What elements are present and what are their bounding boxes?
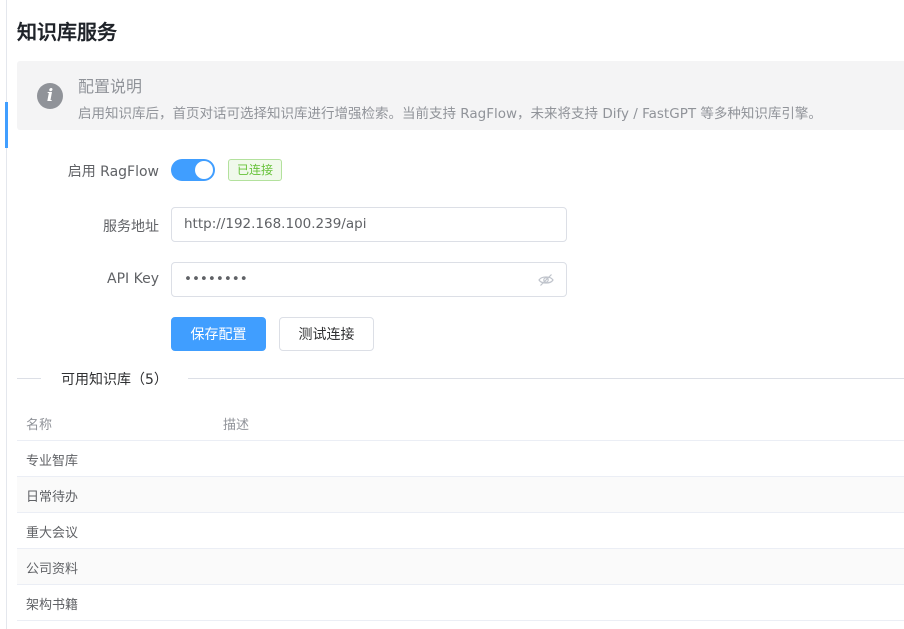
toggle-knob	[195, 161, 213, 179]
column-header-name: 名称	[26, 418, 53, 433]
service-address-value: http://192.168.100.239/api	[184, 216, 367, 232]
page-title: 知识库服务	[17, 20, 117, 44]
kb-name: 架构书籍	[26, 598, 79, 613]
info-title: 配置说明	[78, 77, 143, 96]
eye-off-icon[interactable]	[538, 272, 554, 288]
test-connection-button[interactable]: 测试连接	[279, 317, 374, 351]
table-row[interactable]: 公司资料	[17, 549, 904, 585]
table-row[interactable]: 重大会议	[17, 513, 904, 549]
table-row[interactable]: 日常待办	[17, 477, 904, 513]
enable-label: 启用 RagFlow	[67, 164, 159, 180]
info-icon: i	[37, 83, 63, 109]
apikey-label: API Key	[107, 271, 159, 287]
address-label: 服务地址	[103, 219, 159, 235]
table-header: 名称 描述	[17, 405, 904, 441]
api-key-value: ••••••••	[184, 271, 248, 287]
left-border	[6, 0, 7, 629]
connection-status-badge: 已连接	[228, 159, 283, 181]
kb-name: 公司资料	[26, 562, 79, 577]
table-row[interactable]: 架构书籍	[17, 585, 904, 621]
kb-table: 名称 描述 专业智库 日常待办 重大会议 公司资料 架构书籍	[17, 405, 904, 621]
enable-ragflow-toggle[interactable]	[171, 159, 215, 181]
kb-name: 重大会议	[26, 526, 79, 541]
service-address-input[interactable]: http://192.168.100.239/api	[171, 207, 567, 242]
save-config-button[interactable]: 保存配置	[171, 317, 266, 351]
table-row[interactable]: 专业智库	[17, 441, 904, 477]
kb-section-title: 可用知识库（5）	[41, 369, 188, 389]
active-indicator	[5, 102, 8, 148]
kb-name: 专业智库	[26, 454, 79, 469]
config-info-alert: i 配置说明 启用知识库后，首页对话可选择知识库进行增强检索。当前支持 RagF…	[17, 61, 904, 130]
kb-name: 日常待办	[26, 490, 79, 505]
column-header-desc: 描述	[223, 418, 250, 433]
api-key-input[interactable]: ••••••••	[171, 262, 567, 297]
info-description: 启用知识库后，首页对话可选择知识库进行增强检索。当前支持 RagFlow，未来将…	[78, 106, 822, 122]
